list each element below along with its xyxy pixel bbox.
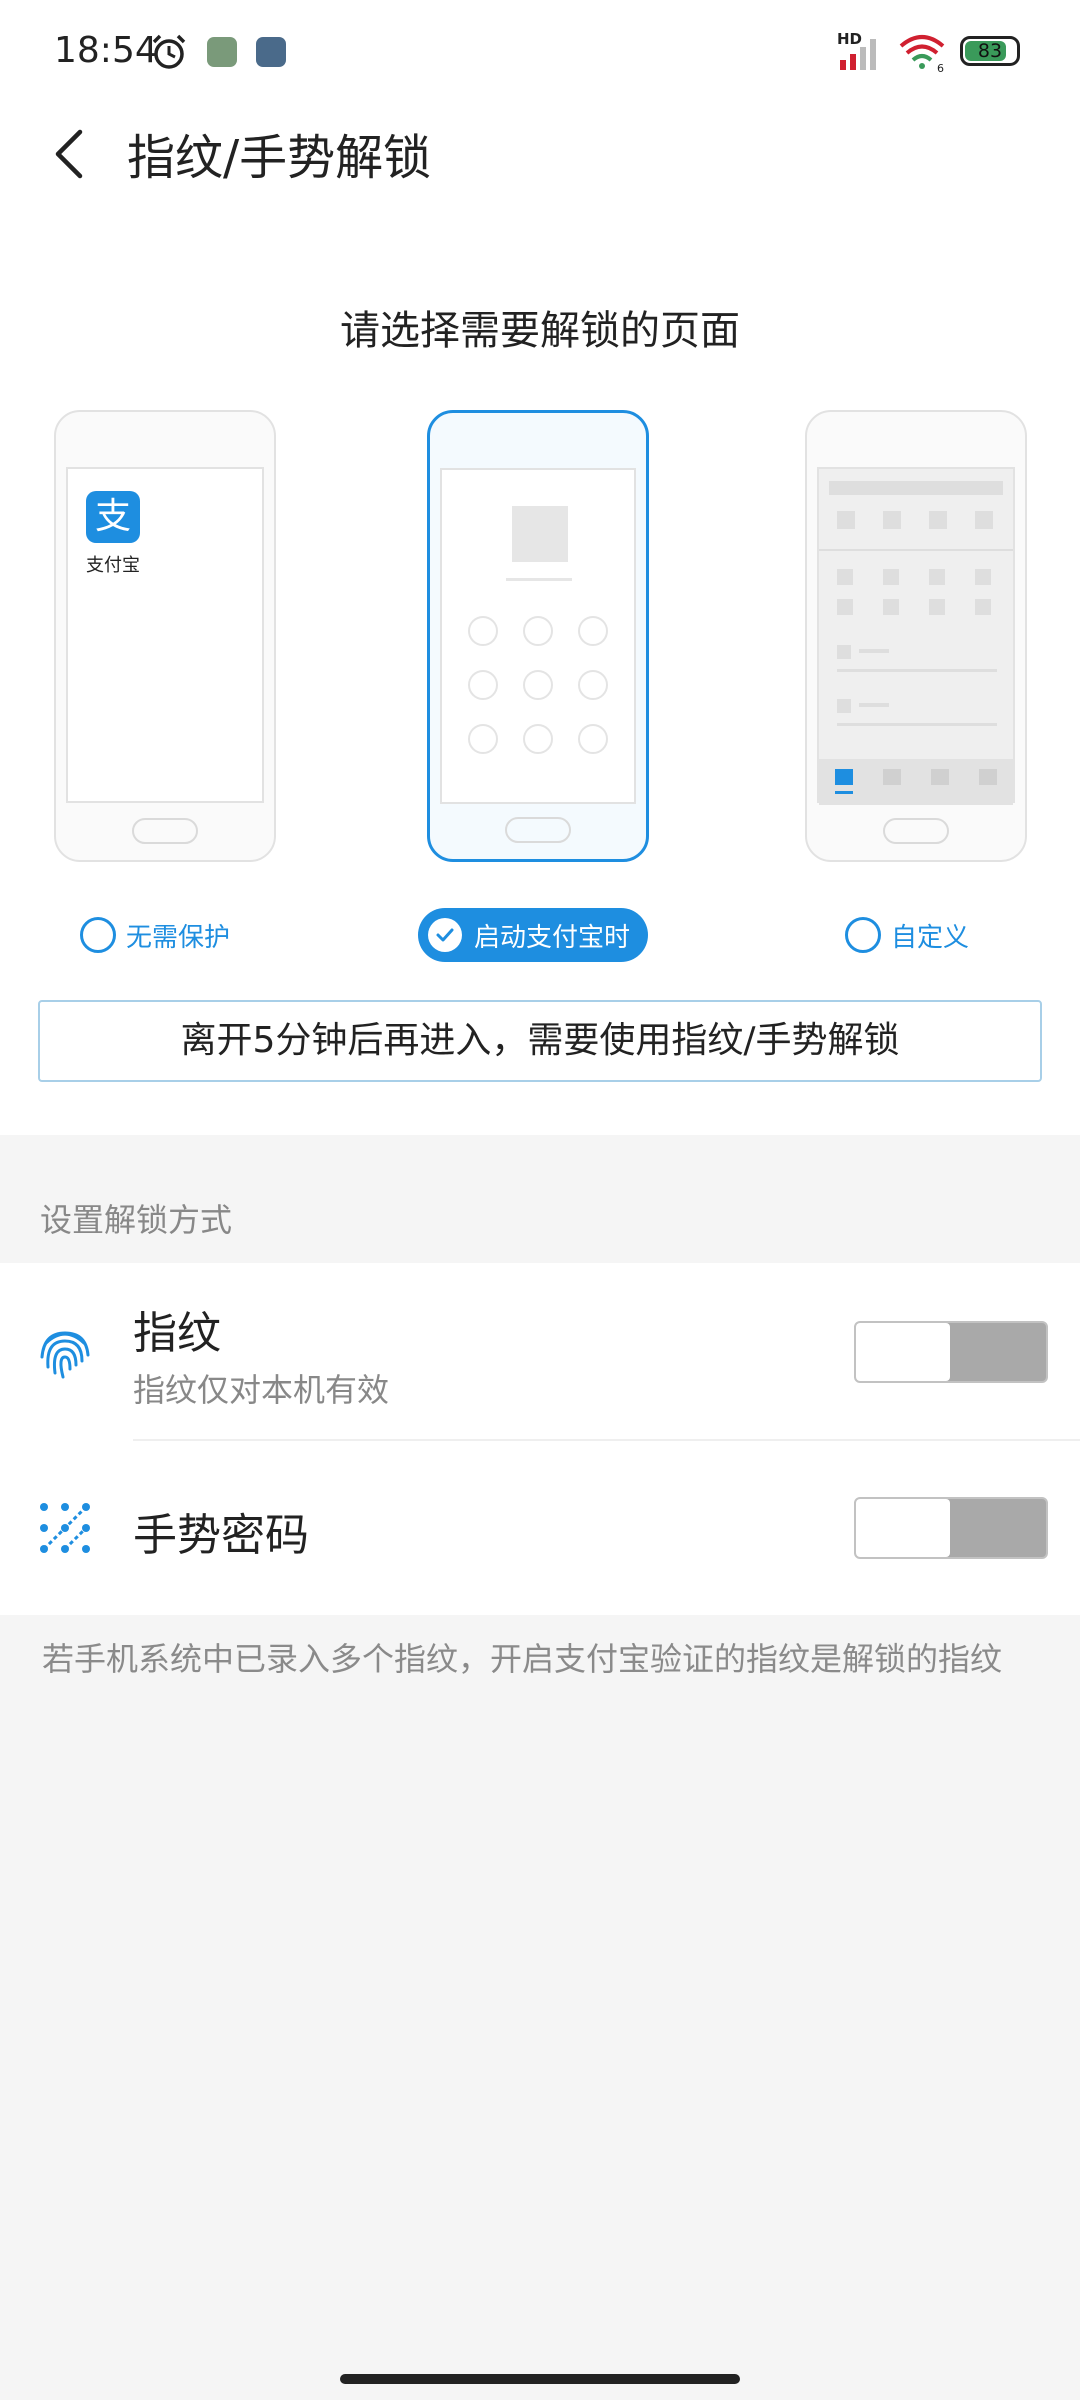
screen: 18:54 HD 6 83 指纹/手势解锁 请选择需要解锁的页面 支 支付宝 无…	[0, 0, 1080, 2400]
pattern-dot	[468, 670, 498, 700]
option-no-protection[interactable]: 无需保护	[80, 908, 230, 962]
app-screen-illustration	[819, 469, 1013, 805]
toggle-knob	[856, 1499, 950, 1557]
pattern-dot	[523, 724, 553, 754]
illustration-block	[929, 599, 945, 615]
pattern-dot	[578, 616, 608, 646]
option-label: 无需保护	[126, 922, 231, 953]
home-button-illustration	[132, 818, 198, 844]
fingerprint-icon	[40, 1331, 90, 1379]
illustration-tab	[883, 769, 901, 785]
home-gesture-bar[interactable]	[340, 2374, 740, 2384]
preview-custom[interactable]	[805, 410, 1027, 862]
wifi-sub-label: 6	[937, 62, 944, 72]
illustration-block	[883, 511, 901, 529]
radio-unchecked-icon	[80, 917, 116, 953]
illustration-block	[837, 569, 853, 585]
illustration-bar	[829, 481, 1003, 495]
row-title: 指纹	[133, 1308, 221, 1359]
row-title: 手势密码	[133, 1510, 309, 1561]
pattern-dot	[578, 670, 608, 700]
illustration-line	[859, 649, 889, 653]
home-button-illustration	[883, 818, 949, 844]
unlock-hint: 离开5分钟后再进入，需要使用指纹/手势解锁	[38, 1000, 1042, 1082]
wifi-icon: 6	[899, 35, 945, 72]
pattern-dot	[468, 724, 498, 754]
gesture-row[interactable]: 手势密码	[0, 1441, 1080, 1615]
illustration-tab	[931, 769, 949, 785]
preview-on-launch[interactable]	[427, 410, 649, 862]
footnote: 若手机系统中已录入多个指纹，开启支付宝验证的指纹是解锁的指纹	[42, 1640, 1003, 1678]
section-label: 设置解锁方式	[40, 1201, 233, 1239]
illustration-block	[975, 569, 991, 585]
header: 指纹/手势解锁	[0, 100, 1080, 240]
illustration-line	[837, 669, 997, 672]
alarm-icon	[152, 34, 186, 69]
illustration-block	[883, 569, 899, 585]
option-on-launch[interactable]: 启动支付宝时	[418, 908, 649, 962]
row-subtitle: 指纹仅对本机有效	[133, 1371, 390, 1409]
illustration-line	[859, 703, 889, 707]
preview-screen	[817, 467, 1015, 805]
divider	[506, 578, 572, 581]
illustration-block	[837, 599, 853, 615]
pattern-dot	[468, 616, 498, 646]
option-label: 自定义	[891, 922, 970, 953]
status-bar: 18:54 HD 6 83	[0, 0, 1080, 100]
alipay-label: 支付宝	[86, 555, 140, 576]
illustration-block	[837, 511, 855, 529]
page-title: 指纹/手势解锁	[127, 130, 432, 186]
illustration-block	[837, 645, 851, 659]
pattern-dot	[523, 616, 553, 646]
preview-no-protection[interactable]: 支 支付宝	[54, 410, 276, 862]
fingerprint-row[interactable]: 指纹 指纹仅对本机有效	[0, 1263, 1080, 1441]
illustration-block	[929, 511, 947, 529]
illustration-block	[929, 569, 945, 585]
avatar-placeholder	[512, 506, 568, 562]
gesture-toggle[interactable]	[854, 1497, 1048, 1559]
option-custom[interactable]: 自定义	[845, 908, 969, 962]
battery-percent: 83	[977, 40, 1003, 62]
illustration-block	[837, 699, 851, 713]
battery-icon: 83	[960, 36, 1020, 66]
pattern-dot	[578, 724, 608, 754]
illustration-block	[975, 511, 993, 529]
radio-unchecked-icon	[845, 917, 881, 953]
pattern-dot	[523, 670, 553, 700]
illustration-block	[975, 599, 991, 615]
fingerprint-toggle[interactable]	[854, 1321, 1048, 1383]
app-notification-icon	[256, 37, 286, 67]
gesture-pattern-icon	[40, 1503, 90, 1553]
illustration-line	[837, 723, 997, 726]
signal-icon	[840, 39, 876, 70]
check-icon	[428, 918, 462, 952]
illustration-block	[883, 599, 899, 615]
app-notification-icon	[207, 37, 237, 67]
toggle-knob	[856, 1323, 950, 1381]
illustration-line	[819, 549, 1013, 551]
illustration-tab	[979, 769, 997, 785]
home-button-illustration	[505, 817, 571, 843]
chooser-title: 请选择需要解锁的页面	[340, 308, 740, 354]
alipay-logo-icon: 支	[86, 491, 140, 543]
chevron-left-icon[interactable]	[40, 114, 100, 194]
illustration-tab-active	[835, 769, 853, 785]
illustration-tab-indicator	[835, 791, 853, 794]
option-label: 启动支付宝时	[474, 922, 631, 953]
status-time: 18:54	[54, 30, 158, 71]
preview-screen	[440, 468, 636, 804]
preview-screen: 支 支付宝	[66, 467, 264, 803]
